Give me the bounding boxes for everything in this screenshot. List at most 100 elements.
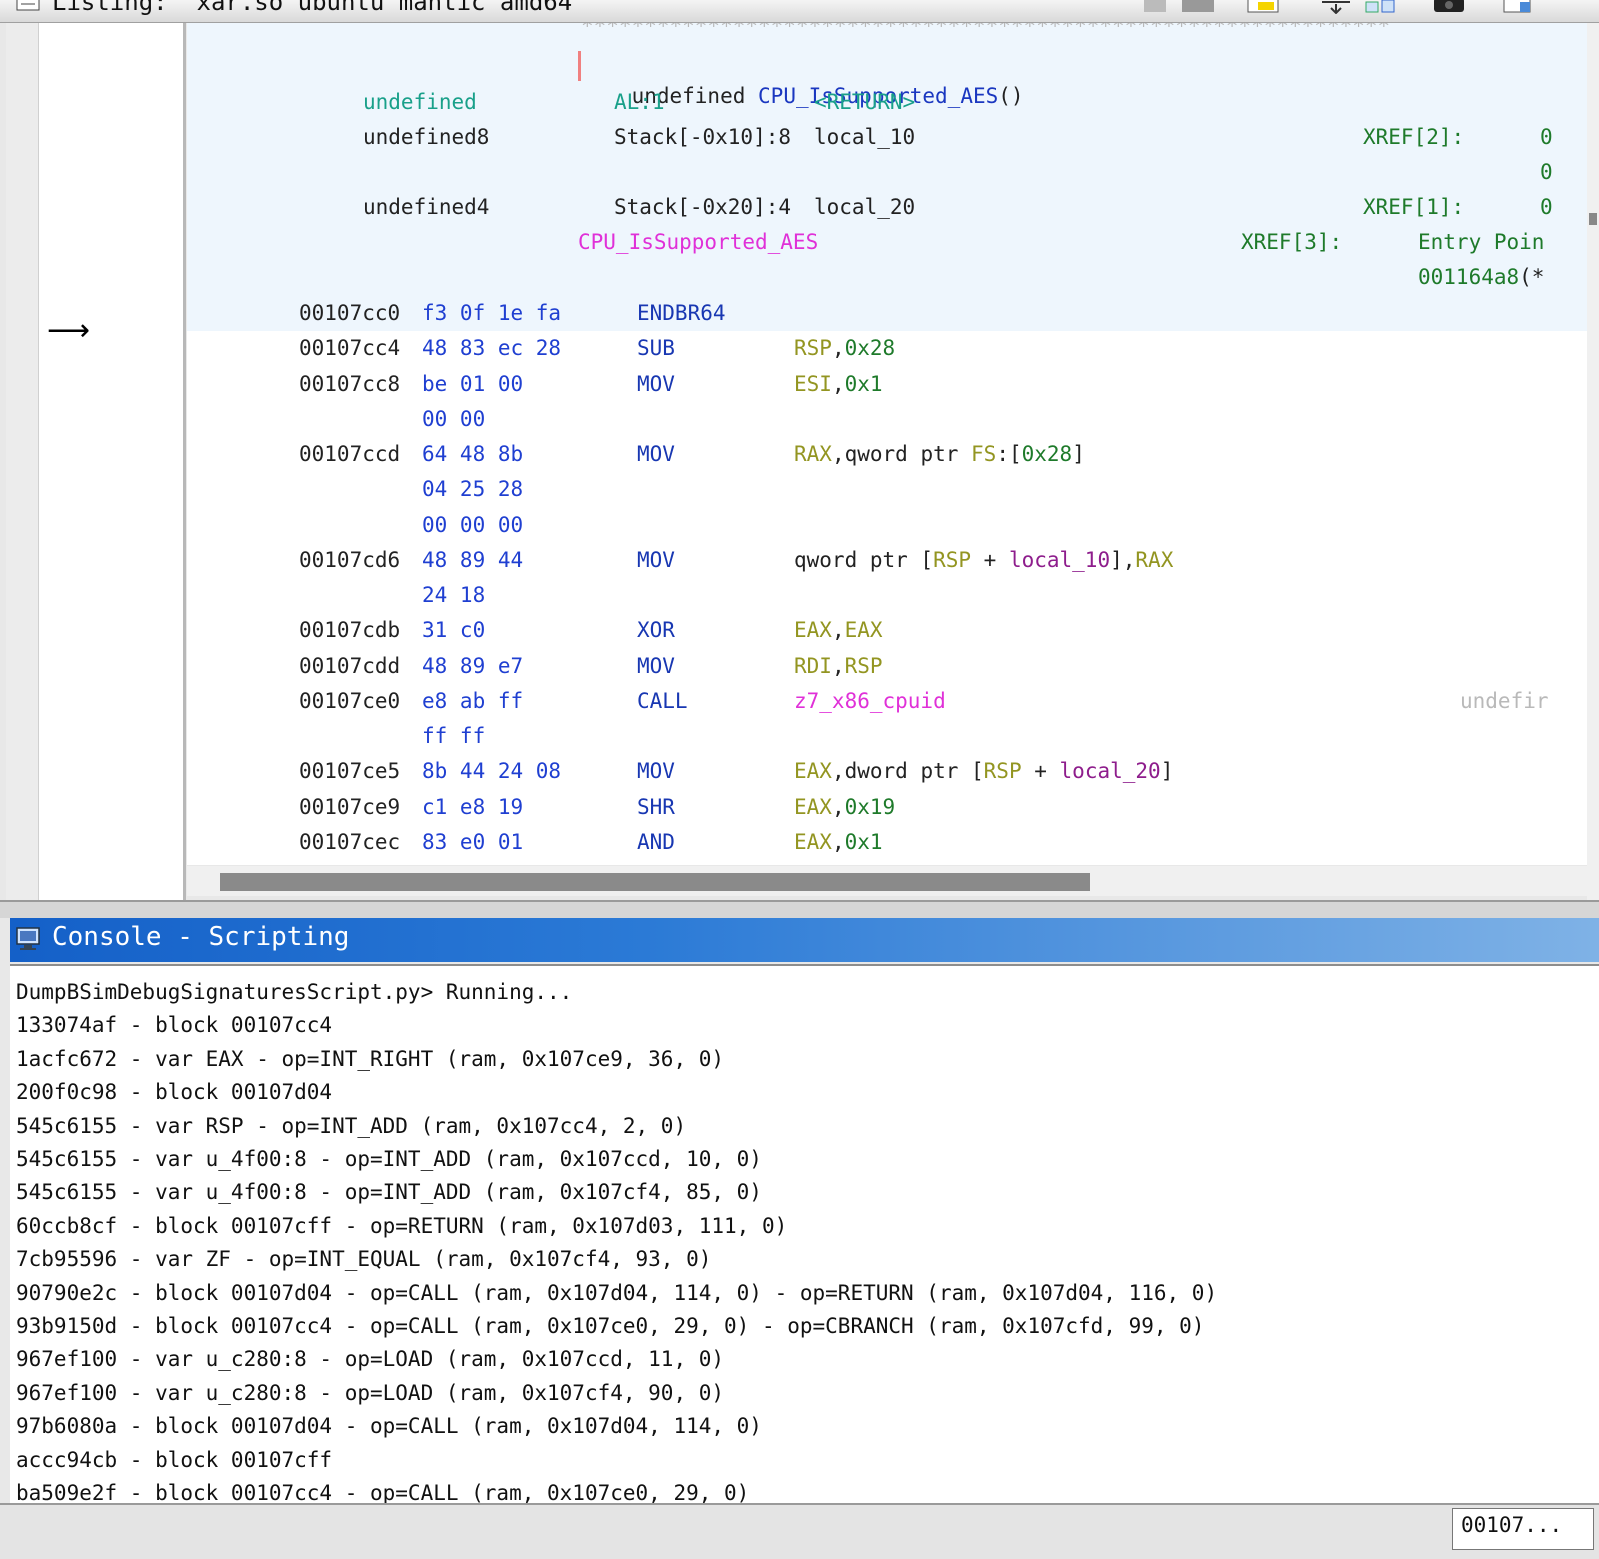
instruction-row[interactable]: 00 00 00 — [187, 510, 1587, 540]
operand-token[interactable]: 0x28 — [1022, 442, 1073, 466]
instruction-row[interactable]: 00107ce9 c1 e8 19 SHR EAX,0x19 — [187, 792, 1587, 822]
instruction-address[interactable]: 00107cec — [299, 827, 400, 857]
instruction-address[interactable]: 00107ce5 — [299, 756, 400, 786]
instruction-mnemonic[interactable]: MOV — [637, 651, 675, 681]
instruction-row[interactable]: 00107cd6 48 89 44 MOV qword ptr [RSP + loca… — [187, 545, 1587, 575]
instruction-row[interactable]: 04 25 28 — [187, 474, 1587, 504]
instruction-row[interactable]: 00107cc0 f3 0f 1e fa ENDBR64 — [187, 298, 1587, 328]
instruction-operands[interactable]: EAX,EAX — [794, 615, 883, 645]
operand-token[interactable]: ESI — [794, 372, 832, 396]
listing-vertical-scrollbar[interactable] — [1587, 23, 1599, 903]
navigate-down-icon[interactable] — [1316, 0, 1356, 14]
operand-token[interactable]: 0x1 — [845, 830, 883, 854]
snapshot-icon[interactable] — [1430, 0, 1470, 14]
label-entry-point[interactable]: Entry Poin — [1418, 227, 1544, 257]
param-xref[interactable]: XREF[2]: — [1363, 122, 1464, 152]
param-xref-value[interactable]: 0 — [1540, 122, 1553, 152]
param-xref[interactable]: XREF[1]: — [1363, 192, 1464, 222]
instruction-mnemonic[interactable]: XOR — [637, 615, 675, 645]
instruction-row[interactable]: 00107ccd 64 48 8b MOV RAX,qword ptr FS:[0x2… — [187, 439, 1587, 469]
instruction-row[interactable]: 00 00 — [187, 404, 1587, 434]
operand-token[interactable]: 0x19 — [845, 795, 896, 819]
instruction-operands[interactable]: EAX,dword ptr [RSP + local_20] — [794, 756, 1173, 786]
listing-marker-margin[interactable]: ⟶ — [39, 23, 186, 916]
function-label[interactable]: CPU_IsSupported_AES — [578, 227, 818, 257]
function-signature[interactable]: undefined CPU_IsSupported_AES() — [581, 51, 1024, 108]
operand-token[interactable]: FS — [971, 442, 996, 466]
instruction-row[interactable]: 00107cec 83 e0 01 AND EAX,0x1 — [187, 827, 1587, 857]
instruction-mnemonic[interactable]: MOV — [637, 545, 675, 575]
instruction-address[interactable]: 00107cdb — [299, 615, 400, 645]
instruction-address[interactable]: 00107cc8 — [299, 369, 400, 399]
instruction-address[interactable]: 00107cc4 — [299, 333, 400, 363]
instruction-row[interactable]: ff ff — [187, 721, 1587, 751]
param-name[interactable]: local_20 — [814, 192, 915, 222]
entry-address-value[interactable]: 001164a8 — [1418, 265, 1519, 289]
instruction-mnemonic[interactable]: MOV — [637, 369, 675, 399]
instruction-operands[interactable]: EAX,0x1 — [794, 827, 883, 857]
instruction-address[interactable]: 00107ce0 — [299, 686, 400, 716]
instruction-row[interactable]: 00107cc4 48 83 ec 28 SUB RSP,0x28 — [187, 333, 1587, 363]
operand-token[interactable]: 0x1 — [845, 372, 883, 396]
operand-token[interactable]: EAX — [794, 795, 832, 819]
param-xref-value[interactable]: 0 — [1540, 192, 1553, 222]
listing-navigation-gutter[interactable] — [6, 23, 39, 916]
instruction-address[interactable]: 00107cd6 — [299, 545, 400, 575]
vscroll-thumb[interactable] — [1589, 213, 1597, 225]
copy-icon[interactable] — [1140, 0, 1170, 14]
instruction-address[interactable]: 00107cc0 — [299, 298, 400, 328]
diff-icon[interactable] — [1362, 0, 1402, 14]
param-name[interactable]: local_10 — [814, 122, 915, 152]
operand-token[interactable]: RSP — [933, 548, 971, 572]
instruction-row[interactable]: 24 18 — [187, 580, 1587, 610]
paste-icon[interactable] — [1180, 0, 1216, 14]
instruction-bytes: 31 c0 — [422, 618, 486, 642]
instruction-operands[interactable]: RAX,qword ptr FS:[0x28] — [794, 439, 1085, 469]
operand-token[interactable]: RAX — [1135, 548, 1173, 572]
instruction-address[interactable]: 00107ccd — [299, 439, 400, 469]
instruction-operands[interactable]: RDI,RSP — [794, 651, 883, 681]
operand-token[interactable]: RSP — [984, 759, 1022, 783]
instruction-operands[interactable]: RSP,0x28 — [794, 333, 895, 363]
instruction-mnemonic[interactable]: ENDBR64 — [637, 298, 726, 328]
instruction-row[interactable]: 00107cc8 be 01 00 MOV ESI,0x1 — [187, 369, 1587, 399]
operand-token[interactable]: RAX — [794, 442, 832, 466]
instruction-operands[interactable]: z7_x86_cpuid — [794, 686, 946, 716]
panel-divider[interactable] — [0, 900, 1599, 918]
instruction-mnemonic[interactable]: AND — [637, 827, 675, 857]
operand-token[interactable]: EAX — [794, 759, 832, 783]
instruction-row[interactable]: 00107cdb 31 c0 XOR EAX,EAX — [187, 615, 1587, 645]
param-xref-value[interactable]: 0 — [1540, 157, 1553, 187]
operand-token[interactable]: 0x28 — [845, 336, 896, 360]
label-xref[interactable]: XREF[3]: — [1241, 227, 1342, 257]
instruction-mnemonic[interactable]: SUB — [637, 333, 675, 363]
highlight-icon[interactable] — [1244, 0, 1284, 14]
instruction-operands[interactable]: EAX,0x19 — [794, 792, 895, 822]
instruction-operands[interactable]: qword ptr [RSP + local_10],RAX — [794, 545, 1173, 575]
instruction-address[interactable]: 00107cdd — [299, 651, 400, 681]
operand-token[interactable]: local_20 — [1060, 759, 1161, 783]
console-output[interactable]: DumpBSimDebugSignaturesScript.py> Runnin… — [10, 964, 1599, 1503]
instruction-mnemonic[interactable]: SHR — [637, 792, 675, 822]
label-entry-address[interactable]: 001164a8(* — [1418, 262, 1544, 292]
operand-token[interactable]: EAX — [794, 618, 832, 642]
instruction-address[interactable]: 00107ce9 — [299, 792, 400, 822]
instruction-row[interactable]: 00107ce0 e8 ab ff CALL z7_x86_cpuid undefir — [187, 686, 1587, 716]
instruction-row[interactable]: 00107ce5 8b 44 24 08 MOV EAX,dword ptr [RSP… — [187, 756, 1587, 786]
operand-token[interactable]: local_10 — [1009, 548, 1110, 572]
instruction-mnemonic[interactable]: MOV — [637, 439, 675, 469]
instruction-operands[interactable]: ESI,0x1 — [794, 369, 883, 399]
param-name[interactable]: <RETURN> — [814, 87, 915, 117]
horizontal-scroll-thumb[interactable] — [220, 873, 1090, 891]
operand-token[interactable]: z7_x86_cpuid — [794, 689, 946, 713]
listing-panel[interactable]: ****************************************… — [187, 23, 1587, 865]
instruction-mnemonic[interactable]: MOV — [637, 756, 675, 786]
operand-token[interactable]: RDI — [794, 654, 832, 678]
instruction-mnemonic[interactable]: CALL — [637, 686, 688, 716]
operand-token[interactable]: EAX — [845, 618, 883, 642]
operand-token[interactable]: EAX — [794, 830, 832, 854]
options-icon[interactable] — [1500, 0, 1540, 14]
operand-token[interactable]: RSP — [845, 654, 883, 678]
operand-token[interactable]: RSP — [794, 336, 832, 360]
instruction-row[interactable]: 00107cdd 48 89 e7 MOV RDI,RSP — [187, 651, 1587, 681]
